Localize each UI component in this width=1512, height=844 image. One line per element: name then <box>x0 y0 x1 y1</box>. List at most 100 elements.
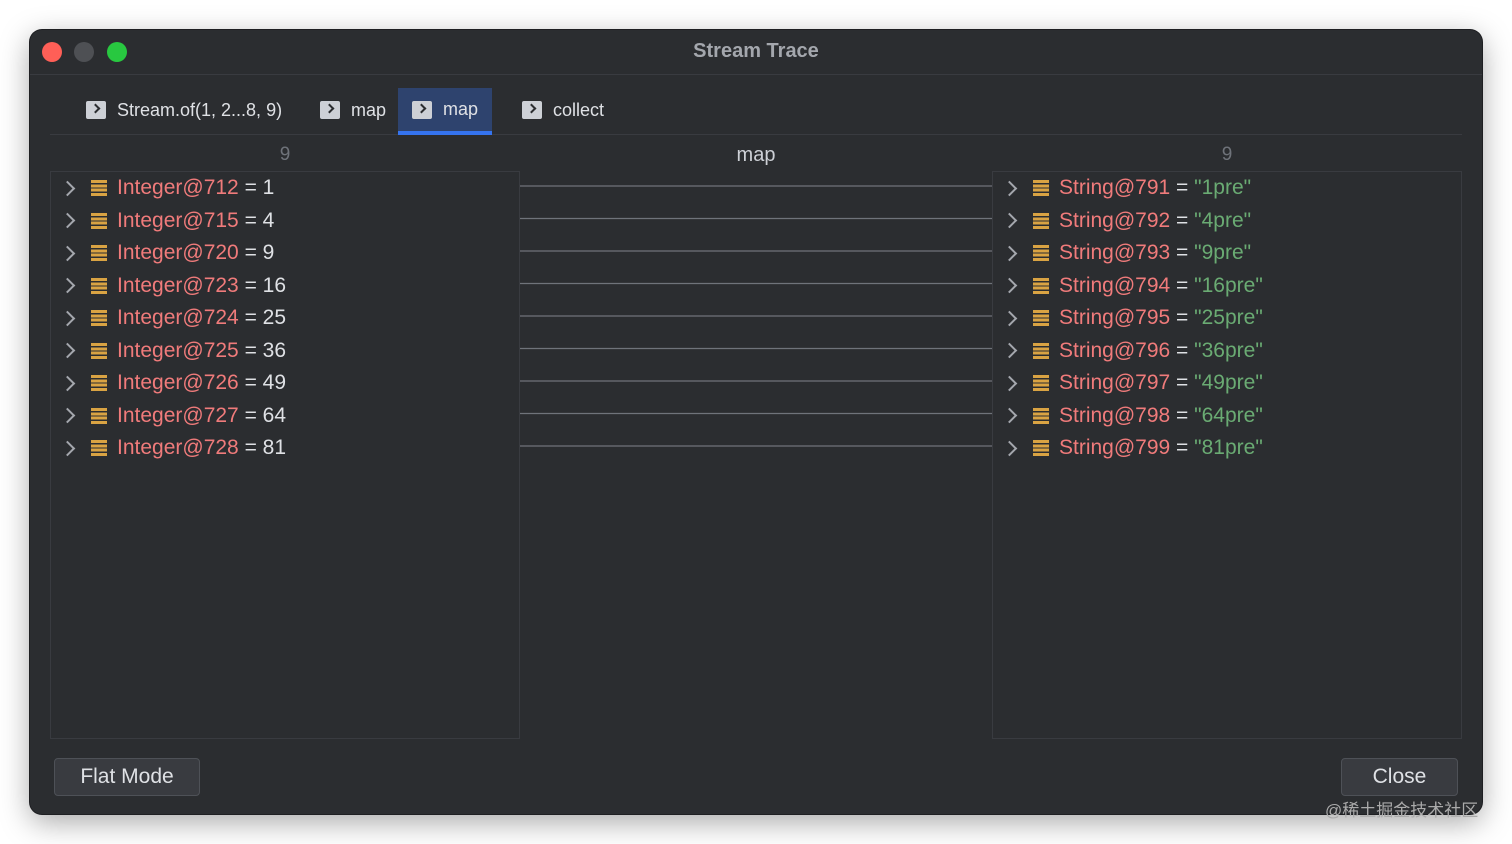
field-icon <box>1033 245 1049 261</box>
list-item[interactable]: Integer@723 = 16 <box>51 270 286 302</box>
item-name: Integer@726 <box>117 371 239 394</box>
tab-collect[interactable]: collect <box>508 88 618 132</box>
chevron-right-icon[interactable] <box>59 310 76 326</box>
item-equals: = <box>1170 176 1195 199</box>
item-value: 4 <box>262 208 275 232</box>
play-step-icon <box>320 101 340 119</box>
item-equals: = <box>1170 371 1195 394</box>
play-step-icon <box>86 101 106 119</box>
item-name: Integer@724 <box>117 306 239 329</box>
list-item[interactable]: Integer@725 = 36 <box>51 335 286 367</box>
chevron-right-icon[interactable] <box>1001 212 1018 229</box>
chevron-right-icon[interactable] <box>59 440 76 456</box>
chevron-right-icon[interactable] <box>59 407 76 424</box>
chevron-right-icon[interactable] <box>1001 342 1018 359</box>
chevron-right-icon[interactable] <box>59 245 76 261</box>
list-item[interactable]: String@796 = "36pre" <box>993 335 1263 367</box>
item-name: String@792 <box>1059 208 1171 232</box>
list-item[interactable]: Integer@720 = 9 <box>51 237 274 269</box>
chevron-right-icon[interactable] <box>1001 440 1018 456</box>
list-item[interactable]: Integer@712 = 1 <box>51 172 274 204</box>
tab-map-2[interactable]: map <box>398 88 493 135</box>
chevron-right-icon[interactable] <box>1001 245 1018 261</box>
tab-label: Stream.of(1, 2...8, 9) <box>117 99 283 120</box>
item-value: 36 <box>262 338 287 362</box>
list-item[interactable]: String@792 = "4pre" <box>993 205 1251 237</box>
list-item[interactable]: Integer@727 = 64 <box>51 400 286 432</box>
item-name: String@797 <box>1059 371 1171 394</box>
item-equals: = <box>238 273 263 297</box>
list-item[interactable]: Integer@726 = 49 <box>51 367 286 399</box>
play-step-icon <box>412 100 432 119</box>
item-equals: = <box>238 306 263 329</box>
list-item[interactable]: String@795 = "25pre" <box>993 302 1263 334</box>
chevron-right-icon[interactable] <box>1001 277 1018 294</box>
list-item[interactable]: String@793 = "9pre" <box>993 237 1251 269</box>
item-name: String@794 <box>1059 273 1171 297</box>
stream-trace-window: Stream Trace Stream.of(1, 2...8, 9) map … <box>30 30 1482 814</box>
item-name: Integer@723 <box>117 273 239 297</box>
chevron-right-icon[interactable] <box>59 212 76 229</box>
mapping-lines <box>520 185 992 447</box>
item-value: 49 <box>262 371 287 394</box>
item-value: "4pre" <box>1194 208 1252 232</box>
chevron-right-icon[interactable] <box>1001 180 1018 196</box>
item-equals: = <box>238 176 263 199</box>
field-icon <box>1033 310 1049 326</box>
field-icon <box>91 180 107 196</box>
item-name: Integer@725 <box>117 338 239 362</box>
right-count: 9 <box>1221 144 1233 165</box>
list-item[interactable]: String@797 = "49pre" <box>993 367 1263 399</box>
item-name: String@791 <box>1059 176 1171 199</box>
chevron-right-icon[interactable] <box>59 180 76 196</box>
tab-label: collect <box>553 99 605 120</box>
item-value: 1 <box>262 176 275 199</box>
tab-label: map <box>443 99 479 119</box>
item-value: "16pre" <box>1194 273 1263 297</box>
item-equals: = <box>1170 208 1195 232</box>
list-item[interactable]: String@799 = "81pre" <box>993 432 1263 464</box>
tab-map-1[interactable]: map <box>306 88 400 132</box>
close-button[interactable]: Close <box>1341 758 1458 796</box>
chevron-right-icon[interactable] <box>59 277 76 294</box>
item-value: "49pre" <box>1194 371 1263 394</box>
field-icon <box>91 277 107 294</box>
item-name: String@793 <box>1059 241 1171 264</box>
input-values-list[interactable]: Integer@712 = 1 Integer@715 = 4 Integer@72… <box>50 171 520 739</box>
list-item[interactable]: Integer@715 = 4 <box>51 205 274 237</box>
chevron-right-icon[interactable] <box>59 375 76 391</box>
item-value: 64 <box>262 403 287 427</box>
list-item[interactable]: String@794 = "16pre" <box>993 270 1263 302</box>
list-item[interactable]: String@791 = "1pre" <box>993 172 1251 204</box>
chevron-right-icon[interactable] <box>1001 407 1018 424</box>
list-item[interactable]: Integer@728 = 81 <box>51 432 286 464</box>
item-value: 81 <box>262 436 287 459</box>
list-item[interactable]: Integer@724 = 25 <box>51 302 286 334</box>
item-value: "81pre" <box>1194 436 1263 459</box>
item-name: Integer@712 <box>117 176 239 199</box>
item-equals: = <box>238 241 263 264</box>
left-count: 9 <box>279 144 291 165</box>
list-item[interactable]: String@798 = "64pre" <box>993 400 1263 432</box>
chevron-right-icon[interactable] <box>59 342 76 359</box>
item-value: 16 <box>262 273 287 297</box>
field-icon <box>91 375 107 391</box>
item-name: Integer@720 <box>117 241 239 264</box>
item-equals: = <box>1170 306 1195 329</box>
chevron-right-icon[interactable] <box>1001 310 1018 326</box>
flat-mode-button[interactable]: Flat Mode <box>54 758 200 796</box>
item-name: String@798 <box>1059 403 1171 427</box>
item-name: Integer@727 <box>117 403 239 427</box>
chevron-right-icon[interactable] <box>1001 375 1018 391</box>
field-icon <box>91 342 107 359</box>
field-icon <box>1033 342 1049 359</box>
field-icon <box>1033 212 1049 229</box>
output-values-list[interactable]: String@791 = "1pre" String@792 = "4pre" St… <box>992 171 1462 739</box>
operation-label: map <box>736 144 776 166</box>
item-value: 25 <box>262 306 287 329</box>
field-icon <box>91 440 107 456</box>
window-title: Stream Trace <box>693 40 819 62</box>
field-icon <box>91 310 107 326</box>
tab-stream-of[interactable]: Stream.of(1, 2...8, 9) <box>72 88 296 132</box>
item-name: String@795 <box>1059 306 1171 329</box>
